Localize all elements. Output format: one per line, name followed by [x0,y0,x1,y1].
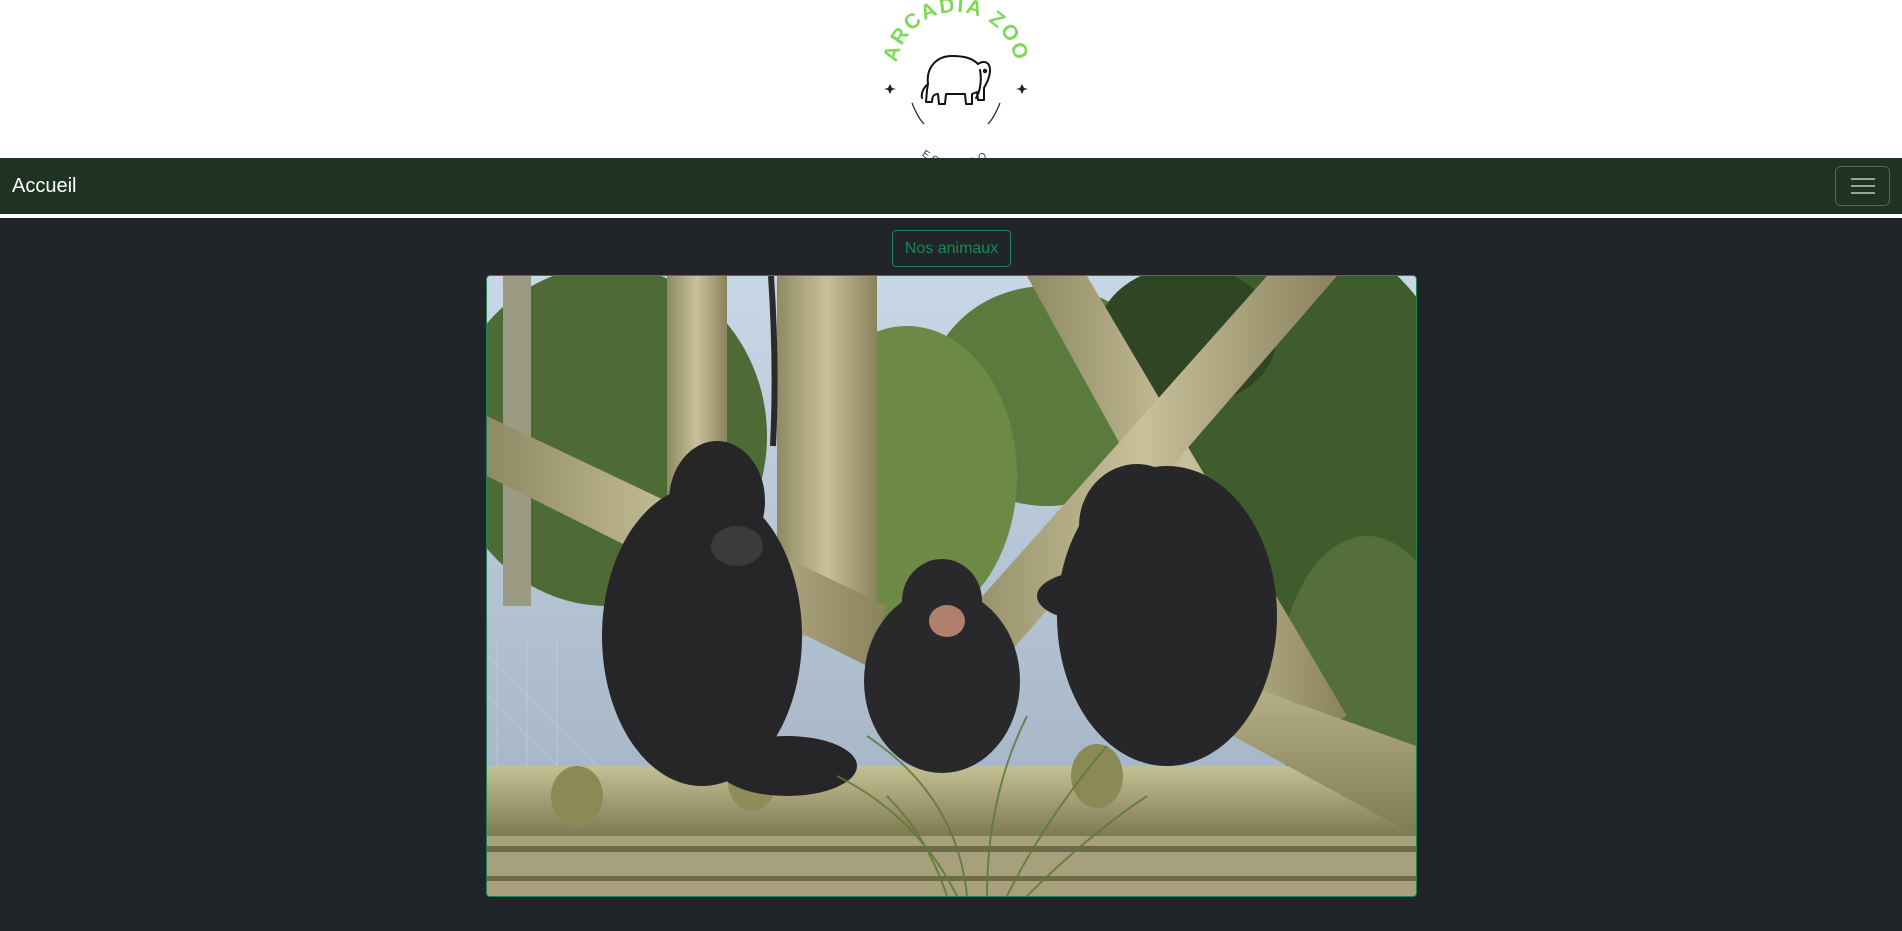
main-navbar: Accueil [0,158,1902,214]
arcadia-zoo-logo[interactable]: ARCADIA ZOO ECO ZOO [876,0,1036,170]
hamburger-menu-icon [1850,178,1875,194]
navbar-brand-home-link[interactable]: Accueil [12,172,76,200]
logo-graphic: ARCADIA ZOO ECO ZOO [879,0,1033,170]
navbar-divider [0,214,1902,218]
site-header: ARCADIA ZOO ECO ZOO [0,0,1902,170]
chimpanzees-photo [487,276,1416,896]
sparkle-icon [884,84,1028,94]
navbar-toggler-button[interactable] [1835,166,1890,206]
hero-image [486,275,1417,897]
logo-title: ARCADIA ZOO [879,0,1033,64]
our-animals-button[interactable]: Nos animaux [892,230,1011,267]
elephant-icon [920,55,991,105]
logo-tagline: ECO ZOO [920,149,992,158]
